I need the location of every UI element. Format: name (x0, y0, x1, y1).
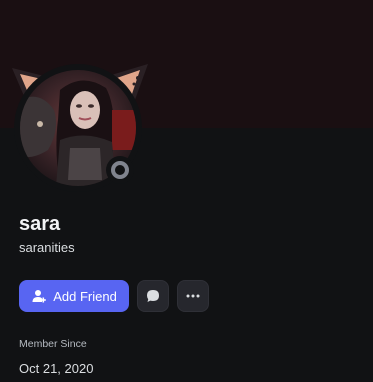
username: saranities (19, 240, 75, 255)
ellipsis-icon (186, 294, 200, 298)
more-options-button[interactable] (177, 280, 209, 312)
status-offline-indicator (106, 156, 134, 184)
add-friend-label: Add Friend (53, 288, 117, 304)
add-friend-button[interactable]: Add Friend (19, 280, 129, 312)
message-button[interactable] (137, 280, 169, 312)
avatar-container[interactable] (8, 58, 152, 192)
person-add-icon (32, 290, 47, 303)
chat-bubble-icon (147, 290, 159, 302)
display-name: sara (19, 213, 61, 235)
member-since-date: Oct 21, 2020 (19, 361, 94, 376)
member-since-label: Member Since (19, 338, 87, 350)
